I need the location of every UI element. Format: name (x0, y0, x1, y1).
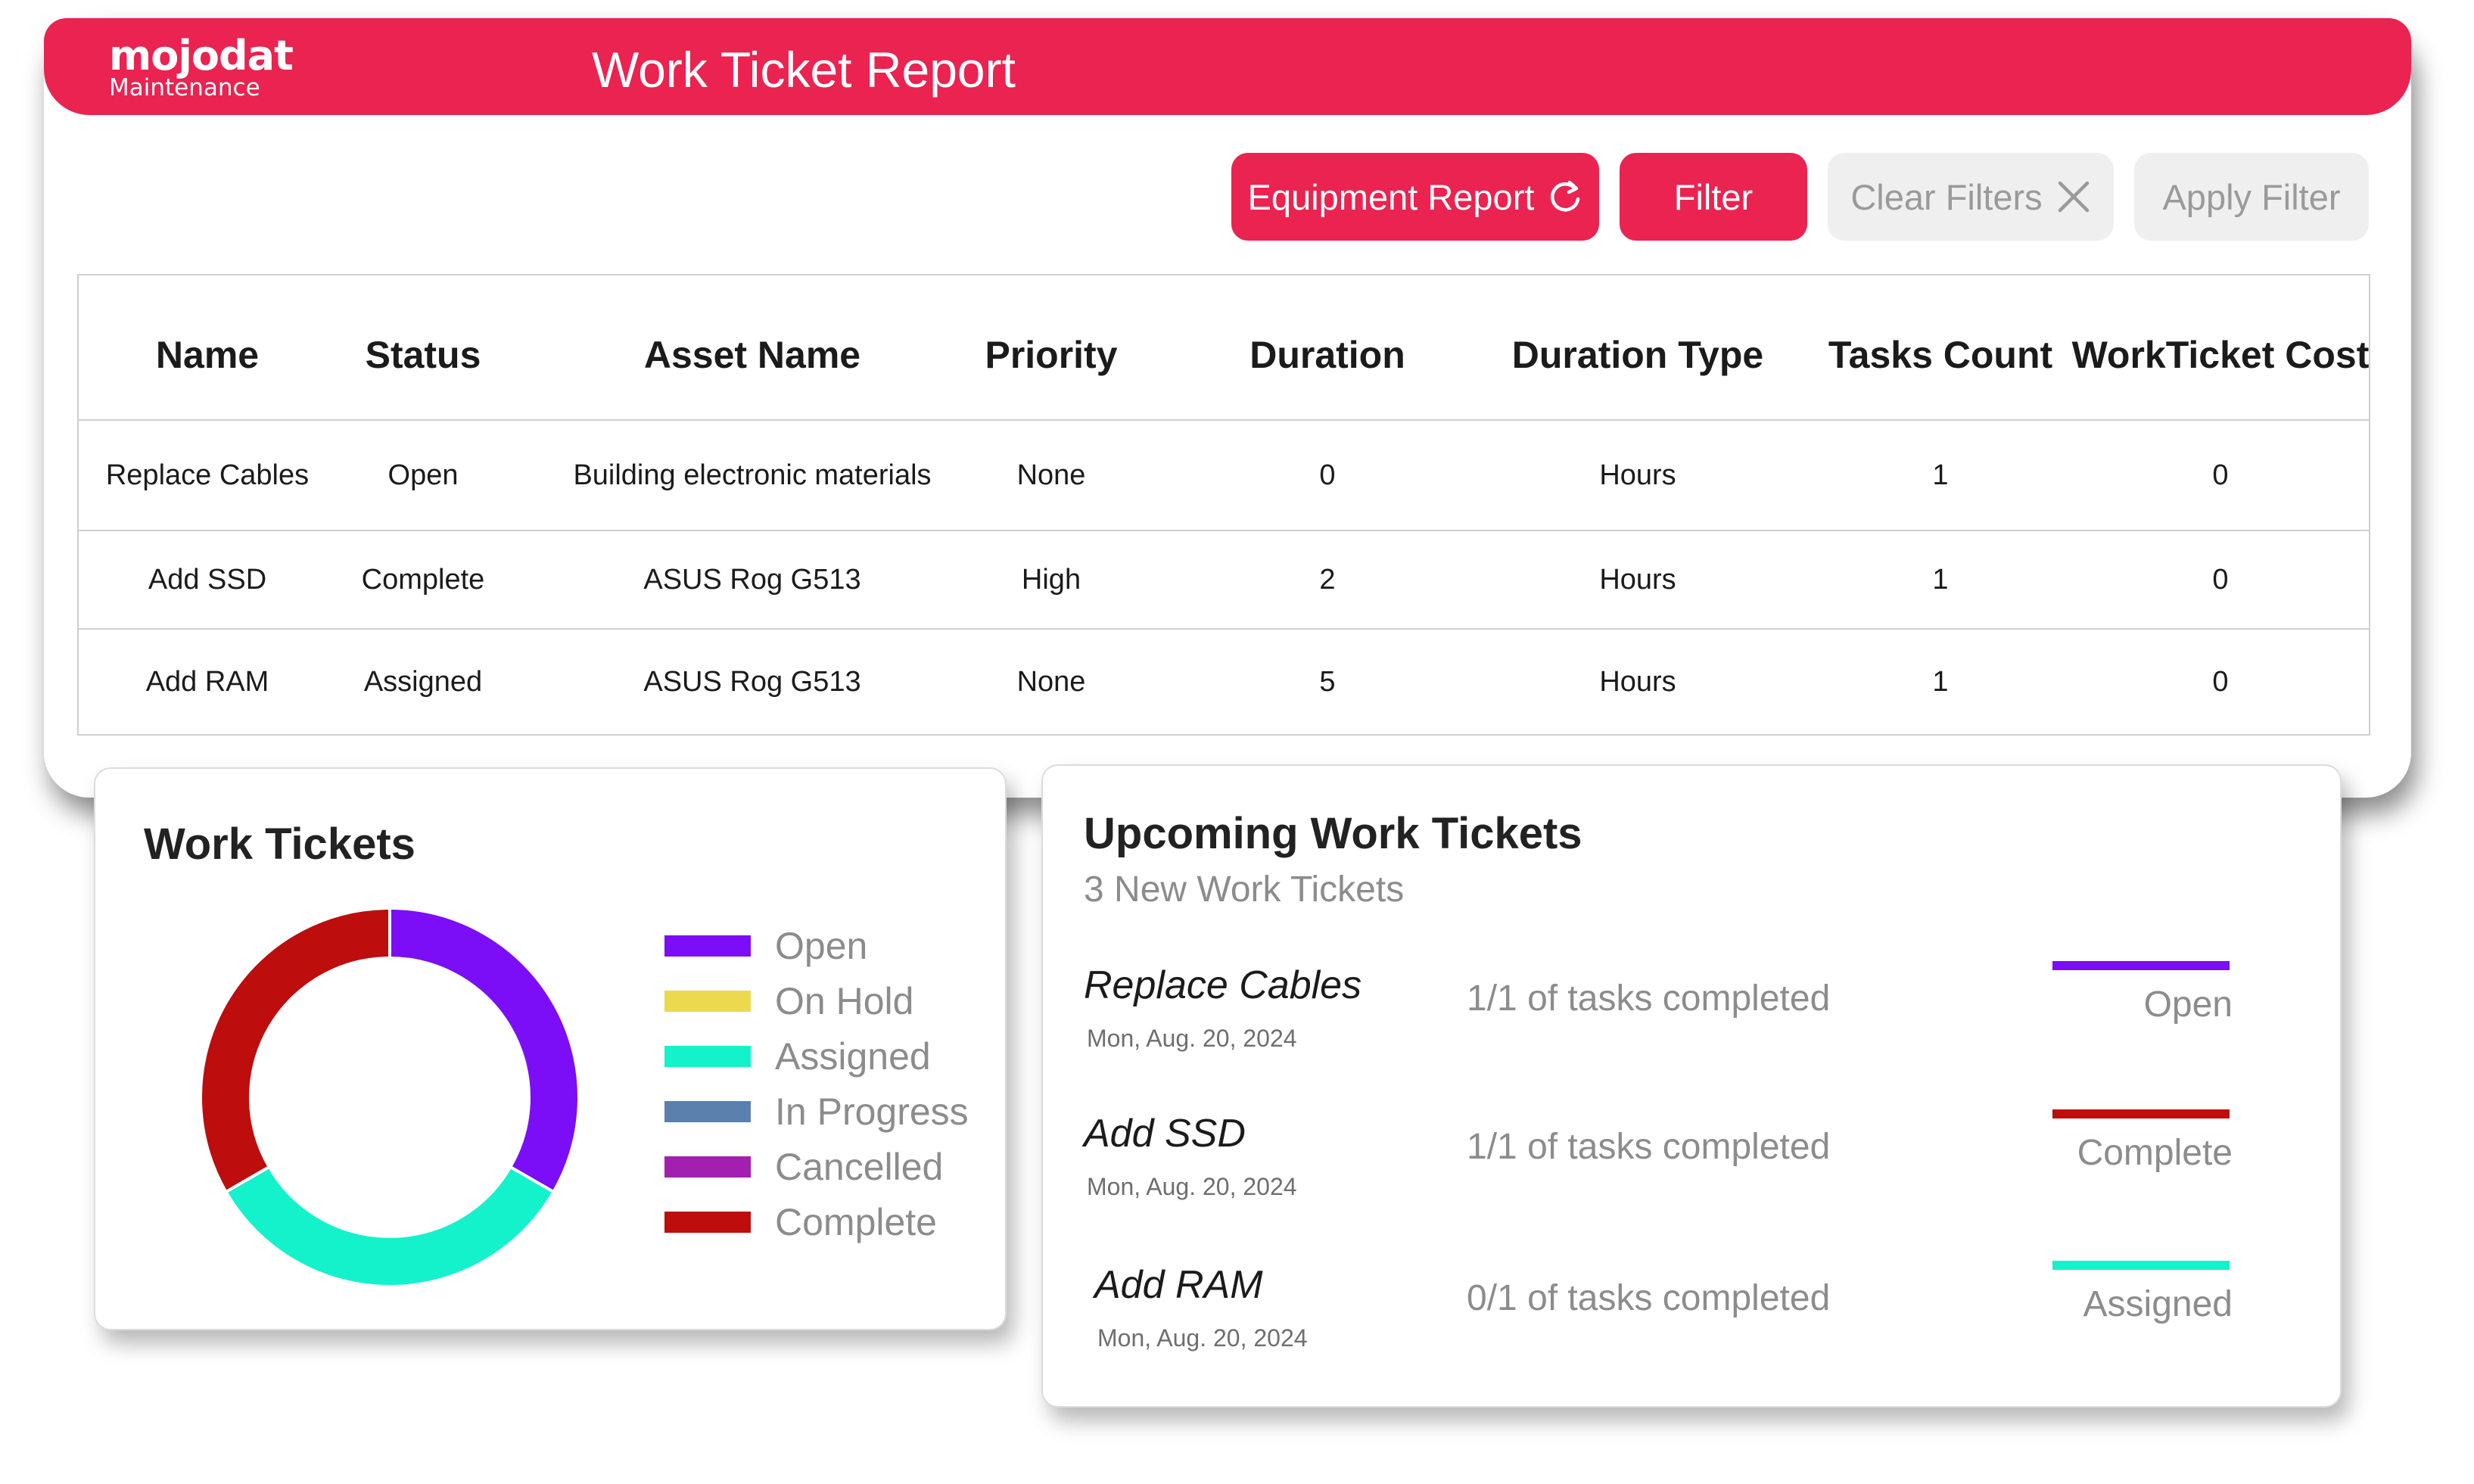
logo[interactable]: mojodat Maintenance (109, 32, 294, 101)
ticket-status: Assigned (2083, 1284, 2233, 1324)
legend-label-in-progress: In Progress (775, 1090, 969, 1133)
cell-workticket-cost: 0 (2212, 459, 2229, 491)
ticket-name: Add RAM (1094, 1263, 1263, 1307)
legend-swatch-on-hold (664, 991, 751, 1012)
close-icon (2056, 179, 2091, 214)
work-tickets-card: Work Tickets Open On Hold Assigned In Pr… (94, 767, 1007, 1330)
cell-status: Assigned (363, 665, 483, 698)
apply-filter-label: Apply Filter (2162, 176, 2341, 217)
legend-label-complete: Complete (775, 1201, 937, 1243)
legend-swatch-complete (664, 1212, 751, 1233)
cell-asset-name: ASUS Rog G513 (643, 563, 861, 596)
ticket-status-bar (2052, 1109, 2230, 1118)
cell-workticket-cost: 0 (2212, 563, 2229, 596)
column-header-asset-name[interactable]: Asset Name (525, 275, 979, 419)
ticket-date: Mon, Aug. 20, 2024 (1087, 1025, 1297, 1052)
clear-filters-label: Clear Filters (1850, 176, 2043, 217)
legend-item-complete[interactable]: Complete (664, 1199, 937, 1245)
upcoming-subtitle: 3 New Work Tickets (1084, 870, 1405, 910)
ticket-date: Mon, Aug. 20, 2024 (1087, 1173, 1297, 1200)
cell-asset-name: ASUS Rog G513 (643, 665, 861, 698)
legend-swatch-in-progress (664, 1101, 751, 1122)
work-ticket-report-card: mojodat Maintenance Work Ticket Report E… (44, 18, 2411, 798)
header-bar: mojodat Maintenance Work Ticket Report (44, 18, 2411, 115)
table-row[interactable]: Add SSD Complete ASUS Rog G513 High 2 Ho… (79, 531, 2369, 630)
upcoming-ticket[interactable]: Replace Cables Mon, Aug. 20, 2024 1/1 of… (1043, 961, 2340, 1099)
legend-item-cancelled[interactable]: Cancelled (664, 1144, 943, 1190)
ticket-name: Replace Cables (1084, 963, 1362, 1007)
legend-label-assigned: Assigned (775, 1035, 931, 1078)
legend-label-cancelled: Cancelled (775, 1146, 944, 1188)
filter-button[interactable]: Filter (1620, 153, 1807, 241)
cell-name: Add RAM (145, 665, 269, 698)
cell-duration: 0 (1319, 459, 1336, 491)
legend-label-open: Open (775, 925, 868, 967)
ticket-status-bar (2052, 961, 2230, 970)
cell-priority: High (1021, 563, 1081, 596)
page-title: Work Ticket Report (592, 42, 1016, 98)
refresh-icon (1548, 179, 1582, 214)
ticket-progress: 1/1 of tasks completed (1467, 1127, 1831, 1167)
legend-swatch-cancelled (664, 1156, 751, 1178)
cell-workticket-cost: 0 (2212, 665, 2229, 698)
apply-filter-button[interactable]: Apply Filter (2134, 153, 2369, 241)
logo-name: mojodat (109, 32, 294, 79)
cell-status: Complete (361, 563, 485, 596)
table-row[interactable]: Replace Cables Open Building electronic … (79, 421, 2369, 531)
upcoming-ticket[interactable]: Add SSD Mon, Aug. 20, 2024 1/1 of tasks … (1043, 1109, 2340, 1247)
table-row[interactable]: Add RAM Assigned ASUS Rog G513 None 5 Ho… (79, 630, 2369, 734)
upcoming-ticket[interactable]: Add RAM Mon, Aug. 20, 2024 0/1 of tasks … (1043, 1261, 2340, 1398)
column-header-name[interactable]: Name (94, 275, 321, 419)
work-ticket-table: Name Status Asset Name Priority Duration… (77, 274, 2370, 736)
legend-item-open[interactable]: Open (664, 923, 867, 969)
column-header-status[interactable]: Status (336, 275, 510, 419)
filter-label: Filter (1673, 176, 1754, 217)
column-header-duration[interactable]: Duration (1199, 275, 1456, 419)
cell-priority: None (1016, 459, 1086, 491)
legend-swatch-open (664, 935, 751, 957)
ticket-name: Add SSD (1084, 1112, 1246, 1156)
donut-slice-assigned[interactable] (227, 1167, 552, 1285)
legend-label-on-hold: On Hold (775, 980, 914, 1022)
upcoming-work-tickets-card: Upcoming Work Tickets 3 New Work Tickets… (1041, 764, 2342, 1408)
equipment-report-button[interactable]: Equipment Report (1231, 153, 1599, 241)
cell-name: Add SSD (148, 563, 267, 596)
legend-swatch-assigned (664, 1046, 751, 1067)
cell-name: Replace Cables (105, 459, 310, 491)
cell-duration: 2 (1319, 563, 1336, 596)
table-header-row: Name Status Asset Name Priority Duration… (79, 275, 2369, 421)
cell-asset-name: Building electronic materials (573, 459, 932, 491)
donut-slice-open[interactable] (389, 910, 577, 1191)
legend-item-on-hold[interactable]: On Hold (664, 978, 913, 1024)
equipment-report-label: Equipment Report (1247, 176, 1535, 217)
ticket-progress: 1/1 of tasks completed (1467, 978, 1831, 1019)
legend-item-in-progress[interactable]: In Progress (664, 1089, 969, 1134)
cell-duration: 5 (1319, 665, 1336, 698)
clear-filters-button[interactable]: Clear Filters (1828, 153, 2114, 241)
upcoming-title: Upcoming Work Tickets (1084, 809, 1582, 858)
cell-status: Open (387, 459, 459, 491)
ticket-date: Mon, Aug. 20, 2024 (1097, 1324, 1308, 1352)
column-header-priority[interactable]: Priority (919, 275, 1184, 419)
ticket-status: Complete (2077, 1133, 2233, 1173)
legend-item-assigned[interactable]: Assigned (664, 1034, 931, 1079)
ticket-status: Open (2143, 985, 2233, 1025)
ticket-status-bar (2052, 1261, 2230, 1270)
ticket-progress: 0/1 of tasks completed (1467, 1278, 1831, 1318)
cell-priority: None (1016, 665, 1086, 698)
column-header-workticket-cost[interactable]: WorkTicket Cost (2062, 275, 2379, 419)
donut-slice-complete[interactable] (202, 910, 391, 1191)
